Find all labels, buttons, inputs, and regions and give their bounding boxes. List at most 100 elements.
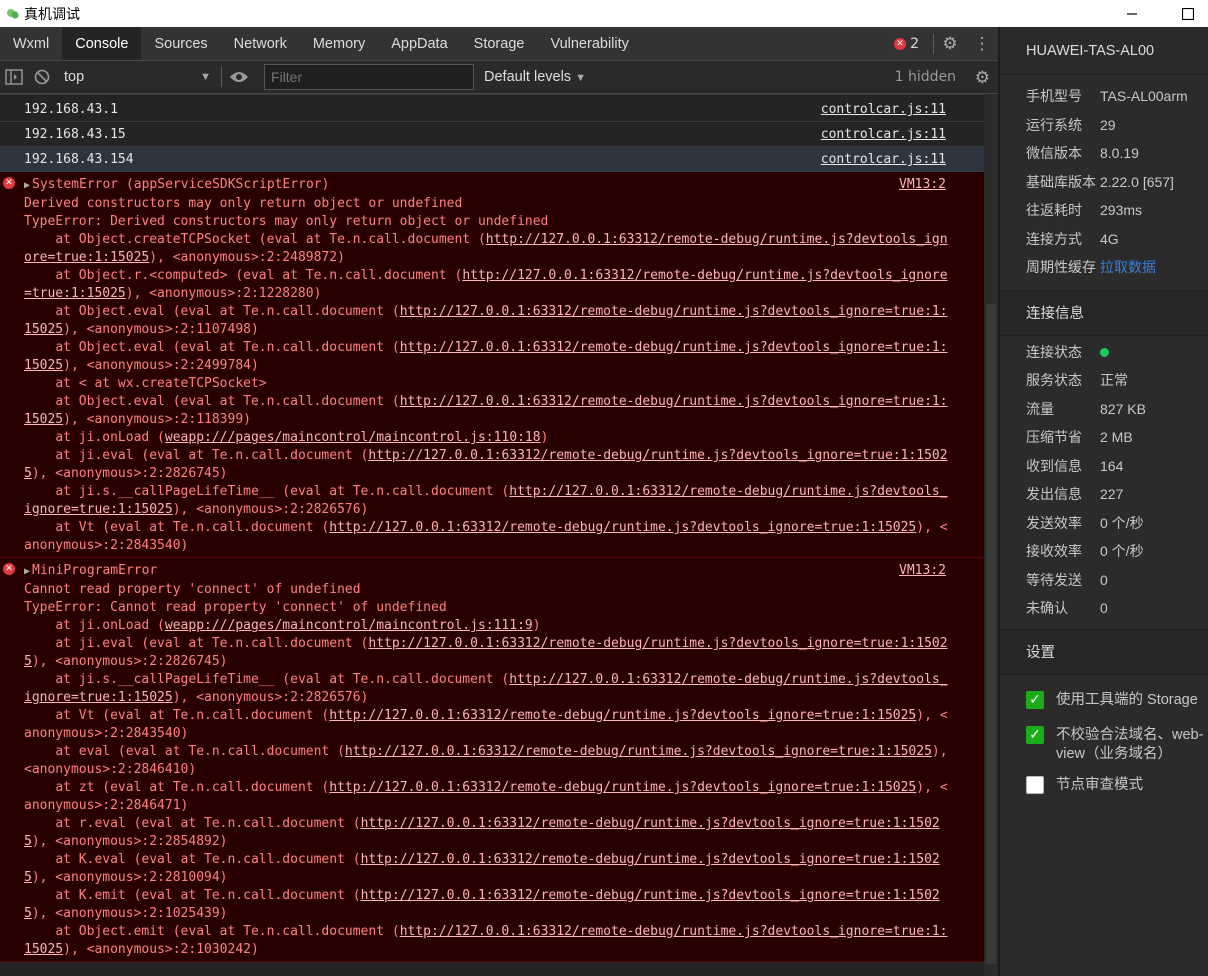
setting-option[interactable]: ✓ 使用工具端的 Storage	[1000, 690, 1208, 710]
gear-icon: ⚙	[942, 34, 958, 54]
fetch-data-link[interactable]: 拉取数据	[1100, 257, 1156, 277]
devtools-tab-bar: Wxml Console Sources Network Memory AppD…	[0, 27, 998, 61]
connection-info-row: 发送效率 0 个/秒	[1000, 509, 1208, 538]
stack-source-link[interactable]: http://127.0.0.1:63312/remote-debug/runt…	[24, 484, 948, 517]
connection-info-key: 收到信息	[1026, 457, 1082, 474]
settings-button[interactable]: ⚙	[934, 27, 966, 61]
stack-source-link[interactable]: http://127.0.0.1:63312/remote-debug/runt…	[24, 888, 940, 921]
stack-source-link[interactable]: http://127.0.0.1:63312/remote-debug/runt…	[24, 340, 948, 373]
context-select[interactable]: top ▼	[56, 61, 221, 94]
connection-info-row: 发出信息 227	[1000, 480, 1208, 509]
device-info-row: 基础库版本 2.22.0 [657]	[1000, 168, 1208, 197]
status-dot-icon	[1100, 347, 1109, 357]
tab-vulnerability[interactable]: Vulnerability	[537, 27, 641, 60]
gear-icon: ⚙	[974, 67, 990, 88]
device-info-list: 手机型号 TAS-AL00arm 运行系统 29 微信版本 8.0.19 基础库版本 2.22…	[1000, 75, 1208, 290]
stack-line: at Vt (eval at Te.n.call.document (http:…	[24, 520, 948, 553]
stack-source-link[interactable]: http://127.0.0.1:63312/remote-debug/runt…	[24, 816, 940, 849]
error-title-row[interactable]: ▶ MiniProgramError	[24, 562, 946, 581]
device-info-value: 29	[1100, 116, 1116, 133]
error-counter[interactable]: ✕ 2	[894, 36, 919, 52]
error-title: MiniProgramError	[32, 563, 158, 578]
tab-memory[interactable]: Memory	[300, 27, 378, 60]
stack-source-link[interactable]: http://127.0.0.1:63312/remote-debug/runt…	[24, 304, 948, 337]
stack-line: at r.eval (eval at Te.n.call.document (h…	[24, 816, 940, 849]
log-source-link[interactable]: controlcar.js:11	[821, 147, 946, 172]
toggle-sidebar-button[interactable]	[0, 61, 28, 94]
connection-info-value: 164	[1100, 457, 1124, 474]
connection-info-row: 接收效率 0 个/秒	[1000, 537, 1208, 566]
stack-source-link[interactable]: weapp:///pages/maincontrol/maincontrol.j…	[165, 430, 541, 445]
clear-console-button[interactable]	[28, 61, 56, 94]
connection-info-key: 流量	[1026, 400, 1054, 417]
stack-source-link[interactable]: http://127.0.0.1:63312/remote-debug/runt…	[24, 672, 948, 705]
stack-source-link[interactable]: http://127.0.0.1:63312/remote-debug/runt…	[24, 394, 948, 427]
device-info-key: 基础库版本	[1026, 173, 1096, 190]
stack-line: at Object.eval (eval at Te.n.call.docume…	[24, 340, 948, 373]
error-title-row[interactable]: ▶ SystemError (appServiceSDKScriptError)	[24, 176, 946, 195]
stack-line: at K.eval (eval at Te.n.call.document (h…	[24, 852, 940, 885]
live-expression-button[interactable]	[222, 61, 256, 94]
connection-info-row: 压缩节省 2 MB	[1000, 423, 1208, 452]
maximize-button[interactable]	[1168, 0, 1208, 27]
console-scrollbar[interactable]	[984, 94, 998, 976]
stack-line: at K.emit (eval at Te.n.call.document (h…	[24, 888, 940, 921]
stack-line: at Object.r.<computed> (eval at Te.n.cal…	[24, 268, 948, 301]
sidebar-toggle-icon	[5, 69, 23, 85]
stack-source-link[interactable]: http://127.0.0.1:63312/remote-debug/runt…	[24, 232, 948, 265]
console-toolbar: top ▼ Default levels ▼ 1 hidden ⚙	[0, 61, 998, 94]
log-message: 192.168.43.154	[24, 152, 134, 167]
connection-info-key: 压缩节省	[1026, 429, 1082, 446]
scrollbar-thumb[interactable]	[986, 304, 996, 964]
more-menu-button[interactable]: ⋮	[966, 27, 998, 61]
minimize-button[interactable]	[1112, 0, 1152, 27]
stack-source-link[interactable]: http://127.0.0.1:63312/remote-debug/runt…	[24, 924, 948, 957]
tab-wxml[interactable]: Wxml	[0, 27, 62, 60]
connection-info-row: 未确认 0	[1000, 594, 1208, 623]
stack-source-link[interactable]: http://127.0.0.1:63312/remote-debug/runt…	[345, 744, 932, 759]
stack-line: at Object.eval (eval at Te.n.call.docume…	[24, 394, 948, 427]
stack-source-link[interactable]: http://127.0.0.1:63312/remote-debug/runt…	[24, 852, 940, 885]
setting-label: 不校验合法域名、web-view（业务域名）	[1056, 726, 1204, 762]
connection-info-value: 正常	[1100, 372, 1128, 389]
stack-source-link[interactable]: http://127.0.0.1:63312/remote-debug/runt…	[24, 448, 948, 481]
console-output[interactable]: 192.168.43.1 controlcar.js:11 192.168.43…	[0, 94, 984, 976]
stack-source-link[interactable]: http://127.0.0.1:63312/remote-debug/runt…	[329, 780, 916, 795]
levels-label: Default levels	[484, 69, 572, 85]
error-source-link[interactable]: VM13:2	[899, 176, 946, 194]
settings-section-title: 设置	[1000, 628, 1208, 675]
checkbox[interactable]	[1026, 775, 1044, 794]
app-logo-icon	[7, 8, 19, 18]
log-source-link[interactable]: controlcar.js:11	[821, 122, 946, 147]
console-settings-button[interactable]: ⚙	[975, 61, 990, 94]
stack-source-link[interactable]: http://127.0.0.1:63312/remote-debug/runt…	[24, 268, 948, 301]
device-info-value: 293ms	[1100, 202, 1143, 219]
connection-info-key: 等待发送	[1026, 571, 1082, 588]
connection-info-key: 发出信息	[1026, 486, 1082, 503]
log-source-link[interactable]: controlcar.js:11	[821, 97, 946, 122]
setting-option[interactable]: ✓ 不校验合法域名、web-view（业务域名）	[1000, 725, 1208, 764]
checkbox[interactable]: ✓	[1026, 690, 1044, 709]
tab-sources[interactable]: Sources	[141, 27, 220, 60]
stack-line: at ji.s.__callPageLifeTime__ (eval at Te…	[24, 484, 948, 517]
tab-network[interactable]: Network	[221, 27, 300, 60]
stack-source-link[interactable]: weapp:///pages/maincontrol/maincontrol.j…	[165, 618, 533, 633]
filter-input[interactable]	[264, 64, 474, 90]
error-source-link[interactable]: VM13:2	[899, 562, 946, 580]
stack-line: Derived constructors may only return obj…	[24, 196, 463, 211]
dropdown-arrow-icon: ▼	[200, 71, 211, 83]
stack-line: at Object.eval (eval at Te.n.call.docume…	[24, 304, 948, 337]
error-count: 2	[910, 36, 919, 52]
tab-appdata[interactable]: AppData	[378, 27, 460, 60]
window-title: 真机调试	[24, 6, 80, 23]
error-icon: ✕	[3, 563, 15, 575]
stack-source-link[interactable]: http://127.0.0.1:63312/remote-debug/runt…	[329, 520, 916, 535]
tab-console[interactable]: Console	[62, 27, 142, 60]
stack-source-link[interactable]: http://127.0.0.1:63312/remote-debug/runt…	[329, 708, 916, 723]
setting-option[interactable]: 节点审查模式	[1000, 775, 1208, 795]
checkbox[interactable]: ✓	[1026, 725, 1044, 744]
connection-info-key: 接收效率	[1026, 543, 1082, 560]
log-levels-select[interactable]: Default levels ▼	[484, 69, 586, 85]
tab-storage[interactable]: Storage	[461, 27, 538, 60]
stack-source-link[interactable]: http://127.0.0.1:63312/remote-debug/runt…	[24, 636, 948, 669]
